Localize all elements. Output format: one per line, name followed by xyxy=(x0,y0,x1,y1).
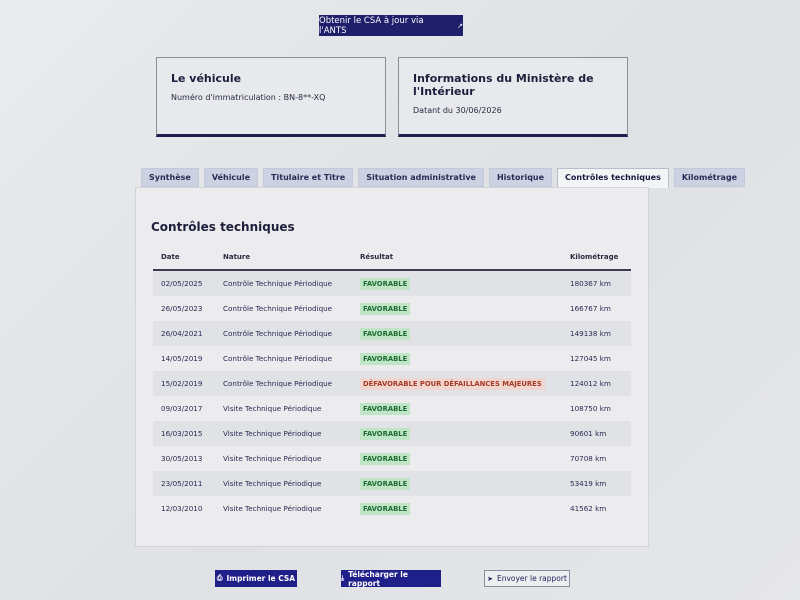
result-cell: DÉFAVORABLE POUR DÉFAILLANCES MAJEURES xyxy=(352,377,562,390)
date-cell: 26/04/2021 xyxy=(161,329,203,338)
send-button-label: Envoyer le rapport xyxy=(496,574,567,583)
tab-synthese[interactable]: Synthèse xyxy=(141,168,199,187)
nature-cell: Contrôle Technique Périodique xyxy=(223,329,333,338)
date-cell: 14/05/2019 xyxy=(161,354,203,363)
column-header-nature: Nature xyxy=(223,253,251,261)
table-row: 15/02/2019 Contrôle Technique Périodique D… xyxy=(153,371,631,396)
tab-kilometrage[interactable]: Kilométrage xyxy=(673,168,746,187)
km-cell: 149138 km xyxy=(570,329,611,338)
result-badge: DÉFAVORABLE POUR DÉFAILLANCES MAJEURES xyxy=(360,377,545,390)
km-cell: 108750 km xyxy=(570,404,611,413)
date-cell: 15/02/2019 xyxy=(161,379,203,388)
result-badge: FAVORABLE xyxy=(360,402,411,415)
ants-button-label: Obtenir le CSA à jour via l'ANTS xyxy=(319,15,424,36)
nature-cell: Visite Technique Périodique xyxy=(223,404,322,413)
nature-cell: Contrôle Technique Périodique xyxy=(223,279,333,288)
plate-number: Numéro d'immatriculation : BN-8**-XQ xyxy=(171,93,326,102)
table-row: 14/05/2019 Contrôle Technique Périodique F… xyxy=(153,346,631,371)
result-badge: FAVORABLE xyxy=(360,452,411,465)
nature-cell: Contrôle Technique Périodique xyxy=(223,354,333,363)
tab-bar: Synthèse Véhicule Titulaire et Titre Sit… xyxy=(141,168,746,188)
result-cell: FAVORABLE xyxy=(352,327,562,340)
result-badge: FAVORABLE xyxy=(360,427,411,440)
nature-cell: Visite Technique Périodique xyxy=(223,479,322,488)
date-cell: 30/05/2013 xyxy=(161,454,203,463)
km-cell: 53419 km xyxy=(570,479,607,488)
date-cell: 12/03/2010 xyxy=(161,504,203,513)
km-cell: 180367 km xyxy=(570,279,611,288)
table-row: 09/03/2017 Visite Technique Périodique FAV… xyxy=(153,396,631,421)
nature-cell: Visite Technique Périodique xyxy=(223,454,322,463)
result-cell: FAVORABLE xyxy=(352,277,562,290)
nature-cell: Contrôle Technique Périodique xyxy=(223,304,333,313)
result-badge: FAVORABLE xyxy=(360,477,411,490)
print-button[interactable]: ⎙ Imprimer le CSA xyxy=(215,570,297,587)
send-icon: ➤ xyxy=(487,574,493,583)
km-cell: 41562 km xyxy=(570,504,607,513)
result-cell: FAVORABLE xyxy=(352,502,562,515)
result-cell: FAVORABLE xyxy=(352,427,562,440)
table-row: 23/05/2011 Visite Technique Périodique FAV… xyxy=(153,471,631,496)
print-icon: ⎙ xyxy=(216,574,223,582)
tab-titulaire[interactable]: Titulaire et Titre xyxy=(263,168,354,187)
km-cell: 90601 km xyxy=(570,429,607,438)
tab-controles[interactable]: Contrôles techniques xyxy=(557,168,669,188)
table-body: 02/05/2025 Contrôle Technique Périodique F… xyxy=(153,271,631,521)
tab-historique[interactable]: Historique xyxy=(488,168,553,187)
print-button-label: Imprimer le CSA xyxy=(226,574,296,583)
km-cell: 70708 km xyxy=(570,454,607,463)
table-row: 16/03/2015 Visite Technique Périodique FAV… xyxy=(153,421,631,446)
ants-button[interactable]: Obtenir le CSA à jour via l'ANTS ↗ xyxy=(319,15,463,36)
send-button[interactable]: ➤ Envoyer le rapport xyxy=(484,570,570,587)
nature-cell: Contrôle Technique Périodique xyxy=(223,379,333,388)
tab-situation[interactable]: Situation administrative xyxy=(358,168,484,187)
external-link-icon: ↗ xyxy=(457,21,463,30)
date-cell: 26/05/2023 xyxy=(161,304,203,313)
nature-cell: Visite Technique Périodique xyxy=(223,504,322,513)
date-cell: 16/03/2015 xyxy=(161,429,203,438)
download-button[interactable]: ⤓ Télécharger le rapport xyxy=(341,569,441,588)
date-cell: 02/05/2025 xyxy=(161,279,203,288)
column-header-km: Kilométrage xyxy=(570,253,619,261)
ministry-card: Informations du Ministère de l'Intérieur… xyxy=(398,57,628,137)
nature-cell: Visite Technique Périodique xyxy=(223,429,322,438)
controles-panel: Contrôles techniques Date Nature Résulta… xyxy=(135,187,649,547)
vehicle-card: Le véhicule Numéro d'immatriculation : B… xyxy=(156,57,386,137)
result-badge: FAVORABLE xyxy=(360,302,411,315)
date-cell: 09/03/2017 xyxy=(161,404,203,413)
vehicle-card-title: Le véhicule xyxy=(171,72,242,85)
table-row: 12/03/2010 Visite Technique Périodique FAV… xyxy=(153,496,631,521)
result-cell: FAVORABLE xyxy=(352,302,562,315)
km-cell: 166767 km xyxy=(570,304,611,313)
table-row: 26/05/2023 Contrôle Technique Périodique F… xyxy=(153,296,631,321)
result-cell: FAVORABLE xyxy=(352,477,562,490)
result-cell: FAVORABLE xyxy=(352,452,562,465)
result-badge: FAVORABLE xyxy=(360,502,411,515)
result-badge: FAVORABLE xyxy=(360,327,411,340)
result-badge: FAVORABLE xyxy=(360,352,411,365)
km-cell: 124012 km xyxy=(570,379,611,388)
column-header-result: Résultat xyxy=(360,253,394,261)
result-cell: FAVORABLE xyxy=(352,352,562,365)
result-badge: FAVORABLE xyxy=(360,277,411,290)
ministry-date: Datant du 30/06/2026 xyxy=(413,106,502,115)
tab-vehicule[interactable]: Véhicule xyxy=(203,168,259,187)
ministry-card-title: Informations du Ministère de l'Intérieur xyxy=(413,72,594,98)
controles-table: Date Nature Résultat Kilométrage 02/05/2… xyxy=(153,245,631,521)
table-row: 02/05/2025 Contrôle Technique Périodique F… xyxy=(153,271,631,296)
download-button-label: Télécharger le rapport xyxy=(348,569,408,588)
table-row: 30/05/2013 Visite Technique Périodique FAV… xyxy=(153,446,631,471)
table-row: 26/04/2021 Contrôle Technique Périodique F… xyxy=(153,321,631,346)
date-cell: 23/05/2011 xyxy=(161,479,203,488)
km-cell: 127045 km xyxy=(570,354,611,363)
section-title: Contrôles techniques xyxy=(151,220,295,234)
download-icon: ⤓ xyxy=(341,574,345,582)
result-cell: FAVORABLE xyxy=(352,402,562,415)
column-header-date: Date xyxy=(161,253,180,261)
table-header: Date Nature Résultat Kilométrage xyxy=(153,245,631,271)
